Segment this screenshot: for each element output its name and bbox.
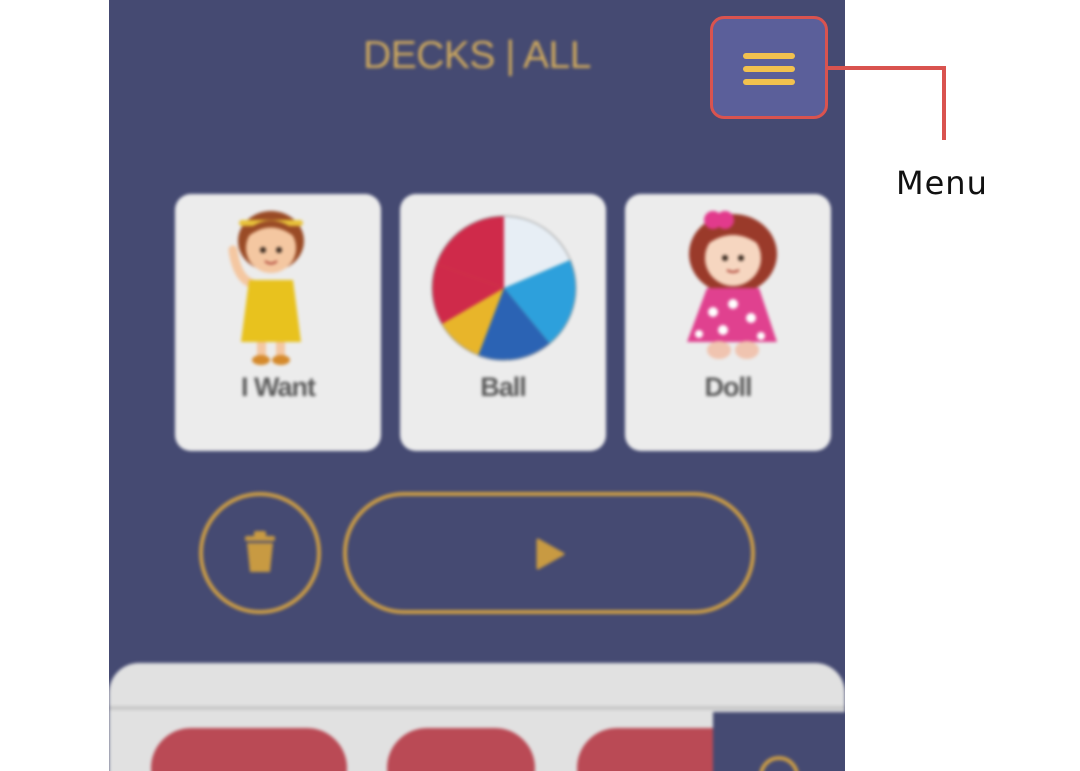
card-ball[interactable]: Ball — [400, 194, 606, 451]
play-icon — [536, 538, 565, 570]
girl-waving-icon — [228, 211, 304, 365]
card-label: Doll — [704, 372, 753, 402]
card-label: Ball — [480, 372, 527, 402]
play-button[interactable] — [343, 492, 755, 614]
category-tab[interactable] — [387, 728, 535, 771]
card-label: I Want — [241, 372, 316, 402]
search-button[interactable] — [713, 712, 845, 771]
search-icon — [759, 756, 799, 771]
category-tab[interactable] — [151, 728, 347, 771]
callout-label: Menu — [896, 164, 988, 202]
menu-button[interactable] — [710, 16, 828, 119]
callout-connector — [942, 66, 946, 140]
tray-divider — [109, 706, 845, 710]
callout-connector — [828, 66, 946, 70]
doll-icon — [687, 211, 777, 359]
beach-ball-icon — [431, 215, 577, 361]
card-i-want[interactable]: I Want — [175, 194, 381, 451]
card-doll[interactable]: Doll — [625, 194, 831, 451]
trash-icon — [245, 531, 275, 572]
delete-button[interactable] — [199, 492, 321, 614]
